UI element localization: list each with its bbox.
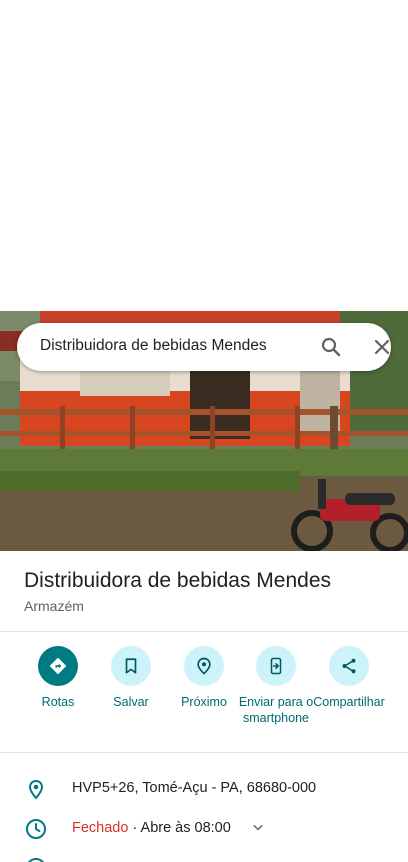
action-bar: Rotas Salvar Próximo Enviar para o smart… — [0, 646, 408, 746]
send-to-phone-icon — [256, 646, 296, 686]
share-button[interactable]: Compartilhar — [309, 646, 389, 710]
place-title: Distribuidora de bebidas Mendes — [24, 569, 332, 592]
clock-icon — [24, 817, 48, 841]
place-category[interactable]: Armazém — [24, 598, 84, 614]
close-icon[interactable] — [370, 335, 394, 359]
opening-time: · Abre às 08:00 — [128, 820, 231, 836]
hours-text: Fechado · Abre às 08:00 — [72, 820, 231, 836]
bookmark-icon — [111, 646, 151, 686]
share-icon — [329, 646, 369, 686]
location-pin-icon — [24, 778, 48, 802]
search-icon[interactable] — [319, 335, 343, 359]
map-area-blank — [0, 0, 408, 311]
directions-label: Rotas — [41, 695, 75, 709]
search-input[interactable]: Distribuidora de bebidas Mendes — [40, 337, 267, 355]
send-to-phone-button[interactable]: Enviar para o smartphone — [236, 646, 316, 726]
send-to-phone-label: Enviar para o smartphone — [238, 695, 314, 725]
address-text: HVP5+26, Tomé-Açu - PA, 68680-000 — [72, 780, 317, 796]
save-button[interactable]: Salvar — [91, 646, 171, 710]
chevron-down-icon[interactable] — [249, 819, 267, 837]
globe-icon — [24, 856, 48, 862]
address-row[interactable]: HVP5+26, Tomé-Açu - PA, 68680-000 — [0, 768, 408, 808]
divider — [0, 752, 408, 753]
nearby-label: Próximo — [181, 695, 227, 709]
status-closed: Fechado — [72, 820, 129, 836]
divider — [0, 631, 408, 632]
search-bar[interactable]: Distribuidora de bebidas Mendes — [17, 323, 391, 371]
directions-icon — [38, 646, 78, 686]
hours-row[interactable]: Fechado · Abre às 08:00 — [0, 808, 408, 848]
save-label: Salvar — [113, 695, 149, 709]
directions-button[interactable]: Rotas — [18, 646, 98, 710]
share-label: Compartilhar — [313, 695, 385, 709]
website-row[interactable] — [0, 848, 408, 862]
nearby-icon — [184, 646, 224, 686]
nearby-button[interactable]: Próximo — [164, 646, 244, 710]
